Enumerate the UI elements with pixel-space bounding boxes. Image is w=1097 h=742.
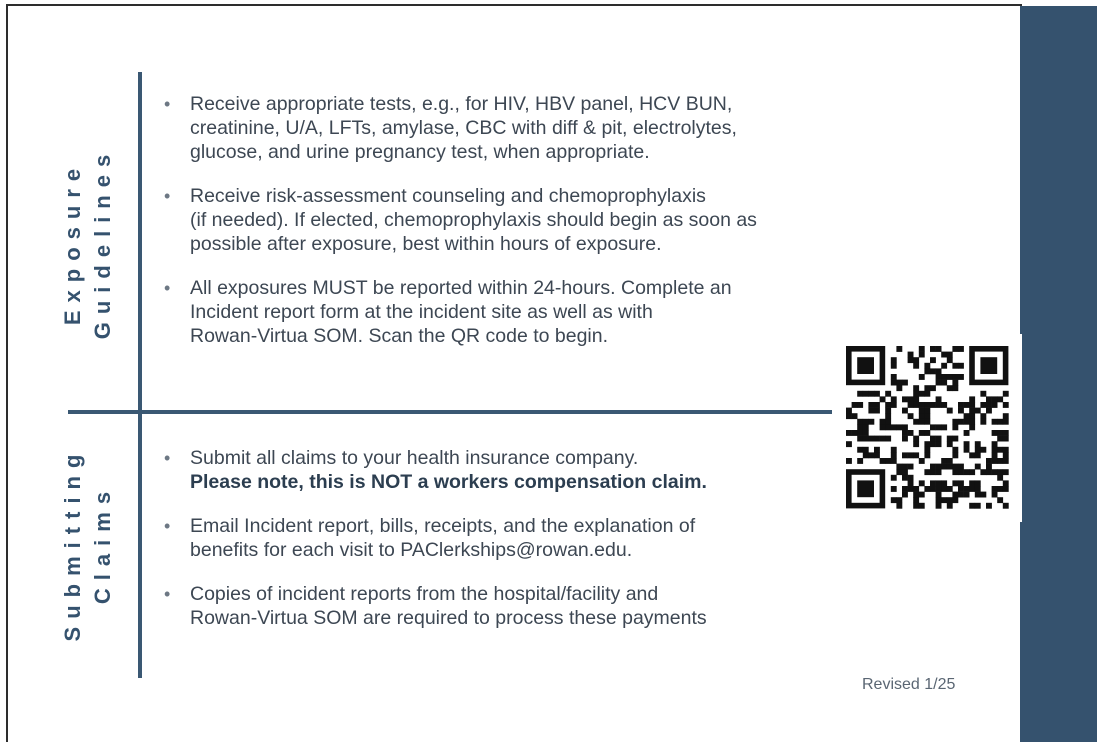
bullet-icon: • [164, 186, 171, 206]
vertical-divider [138, 72, 142, 678]
side-color-band [1020, 6, 1097, 742]
incident-report-qr-code[interactable] [832, 334, 1022, 522]
list-item: • Email Incident report, bills, receipts… [160, 514, 707, 562]
list-item-text: Receive risk-assessment counseling and c… [190, 185, 757, 255]
exposure-guidelines-heading: Exposure Guidelines [56, 93, 120, 393]
list-item-text: All exposures MUST be reported within 24… [190, 277, 732, 347]
heading-line-2: Guidelines [90, 146, 115, 340]
bullet-icon: • [164, 516, 171, 536]
list-item-text: Email Incident report, bills, receipts, … [190, 515, 696, 561]
list-item: • Receive appropriate tests, e.g., for H… [160, 92, 757, 164]
list-item: • Copies of incident reports from the ho… [160, 582, 707, 630]
list-item: • Submit all claims to your health insur… [160, 446, 707, 494]
revision-note: Revised 1/25 [862, 676, 956, 693]
list-item: • Receive risk-assessment counseling and… [160, 184, 757, 256]
bullet-icon: • [164, 278, 171, 298]
emphasis-note: Please note, this is NOT a workers compe… [190, 471, 707, 493]
submitting-claims-heading: Submitting Claims [56, 394, 120, 694]
exposure-list: • Receive appropriate tests, e.g., for H… [160, 92, 757, 348]
claims-list: • Submit all claims to your health insur… [160, 446, 707, 630]
list-item-text: Receive appropriate tests, e.g., for HIV… [190, 93, 737, 163]
qr-code-icon [846, 346, 1009, 509]
bullet-icon: • [164, 94, 171, 114]
frame-top-border [6, 4, 1022, 6]
list-item-text: Submit all claims to your health insuran… [190, 447, 639, 469]
heading-line-1: Submitting [60, 446, 85, 642]
bullet-icon: • [164, 448, 171, 468]
heading-line-2: Claims [90, 483, 115, 605]
frame-left-border [6, 4, 8, 742]
section-divider [68, 410, 908, 414]
list-item-text: Copies of incident reports from the hosp… [190, 583, 707, 629]
bullet-icon: • [164, 584, 171, 604]
list-item: • All exposures MUST be reported within … [160, 276, 757, 348]
document-page: Exposure Guidelines Submitting Claims • … [0, 0, 1097, 742]
heading-line-1: Exposure [60, 160, 85, 326]
